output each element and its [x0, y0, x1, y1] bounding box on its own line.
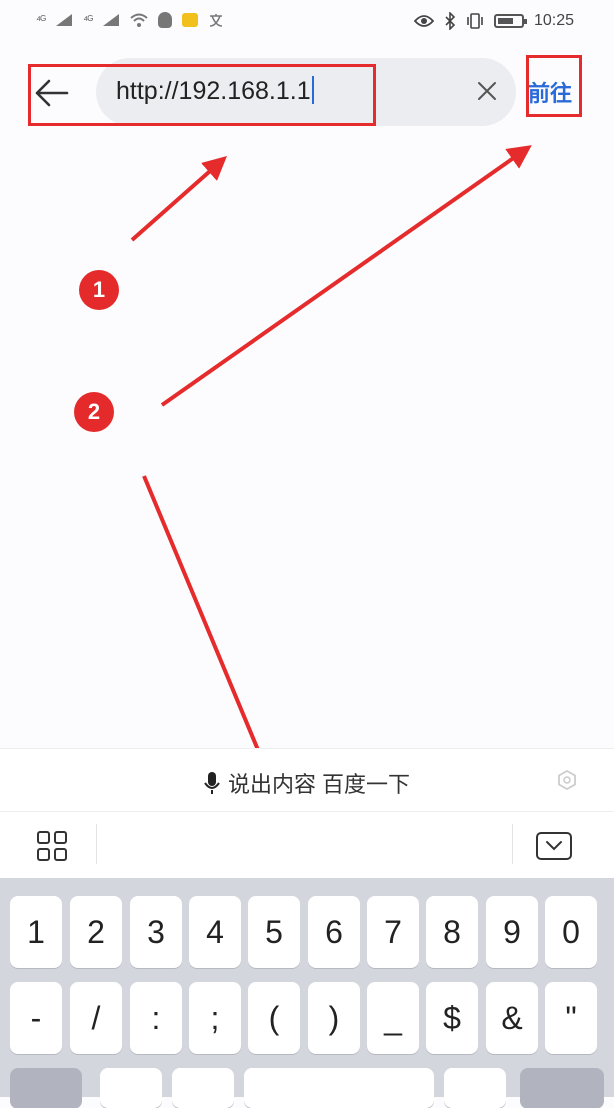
go-highlight-box — [526, 55, 582, 117]
key-7[interactable]: 7 — [367, 896, 419, 968]
translate-icon — [210, 14, 223, 27]
key-open-paren[interactable]: ( — [248, 982, 300, 1054]
status-left-icons: ⁴ᴳ ⁴ᴳ — [36, 12, 224, 28]
settings-hexagon-icon — [558, 769, 576, 791]
signal-2-icon: ⁴ᴳ — [83, 13, 93, 27]
voice-search-bar[interactable]: 说出内容 百度一下 — [0, 748, 614, 812]
voice-hint[interactable]: 说出内容 百度一下 — [0, 767, 614, 799]
status-right-icons: 10:25 — [413, 12, 574, 30]
key-3[interactable]: 3 — [130, 896, 182, 968]
grid-icon — [37, 831, 67, 861]
vibrate-icon — [467, 13, 483, 29]
wifi-icon — [130, 13, 148, 27]
toolbar-divider — [512, 824, 513, 864]
menu-grid-button[interactable] — [36, 830, 68, 867]
key-bottom-3[interactable] — [444, 1068, 506, 1108]
microphone-icon — [204, 772, 220, 794]
key-hyphen[interactable]: - — [10, 982, 62, 1054]
key-bottom-left[interactable] — [10, 1068, 82, 1108]
arrow-to-url — [130, 156, 227, 242]
clear-url-button[interactable] — [472, 76, 502, 106]
key-4[interactable]: 4 — [189, 896, 241, 968]
bluetooth-icon — [445, 12, 456, 30]
notification-app-icon — [182, 13, 199, 27]
status-time: 10:25 — [533, 12, 574, 29]
key-dollar[interactable]: $ — [426, 982, 478, 1054]
battery-icon — [493, 14, 527, 28]
close-icon — [478, 82, 496, 100]
chevron-down-icon — [536, 832, 572, 860]
cell-signal-icon — [56, 14, 73, 26]
key-2[interactable]: 2 — [70, 896, 122, 968]
step-2-badge: 2 — [74, 392, 114, 432]
arrow-to-go — [160, 145, 532, 407]
eye-icon — [413, 15, 434, 27]
key-space[interactable] — [244, 1068, 434, 1108]
key-semicolon[interactable]: ; — [189, 982, 241, 1054]
key-8[interactable]: 8 — [426, 896, 478, 968]
cell-signal-2-icon — [103, 14, 120, 26]
key-bottom-right[interactable] — [520, 1068, 604, 1108]
qq-icon — [158, 12, 173, 28]
url-highlight-box — [28, 64, 376, 126]
hide-keyboard-button[interactable] — [536, 832, 572, 865]
key-1[interactable]: 1 — [10, 896, 62, 968]
status-bar: ⁴ᴳ ⁴ᴳ 10:25 — [0, 0, 614, 44]
key-bottom-1[interactable] — [100, 1068, 162, 1108]
key-underscore[interactable]: _ — [367, 982, 419, 1054]
step-1-badge: 1 — [79, 270, 119, 310]
key-6[interactable]: 6 — [308, 896, 360, 968]
key-colon[interactable]: : — [130, 982, 182, 1054]
keyboard: 1 2 3 4 5 6 7 8 9 0 - / : ; ( ) _ $ & " — [0, 878, 614, 1108]
key-5[interactable]: 5 — [248, 896, 300, 968]
key-0[interactable]: 0 — [545, 896, 597, 968]
key-slash[interactable]: / — [70, 982, 122, 1054]
key-ampersand[interactable]: & — [486, 982, 538, 1054]
voice-settings-button[interactable] — [556, 769, 578, 796]
voice-hint-text: 说出内容 百度一下 — [227, 772, 411, 797]
key-bottom-2[interactable] — [172, 1068, 234, 1108]
key-close-paren[interactable]: ) — [308, 982, 360, 1054]
signal-1-icon: ⁴ᴳ — [36, 13, 46, 27]
keyboard-toolbar — [0, 812, 614, 878]
key-quote[interactable]: " — [545, 982, 597, 1054]
key-9[interactable]: 9 — [486, 896, 538, 968]
toolbar-divider — [96, 824, 97, 864]
